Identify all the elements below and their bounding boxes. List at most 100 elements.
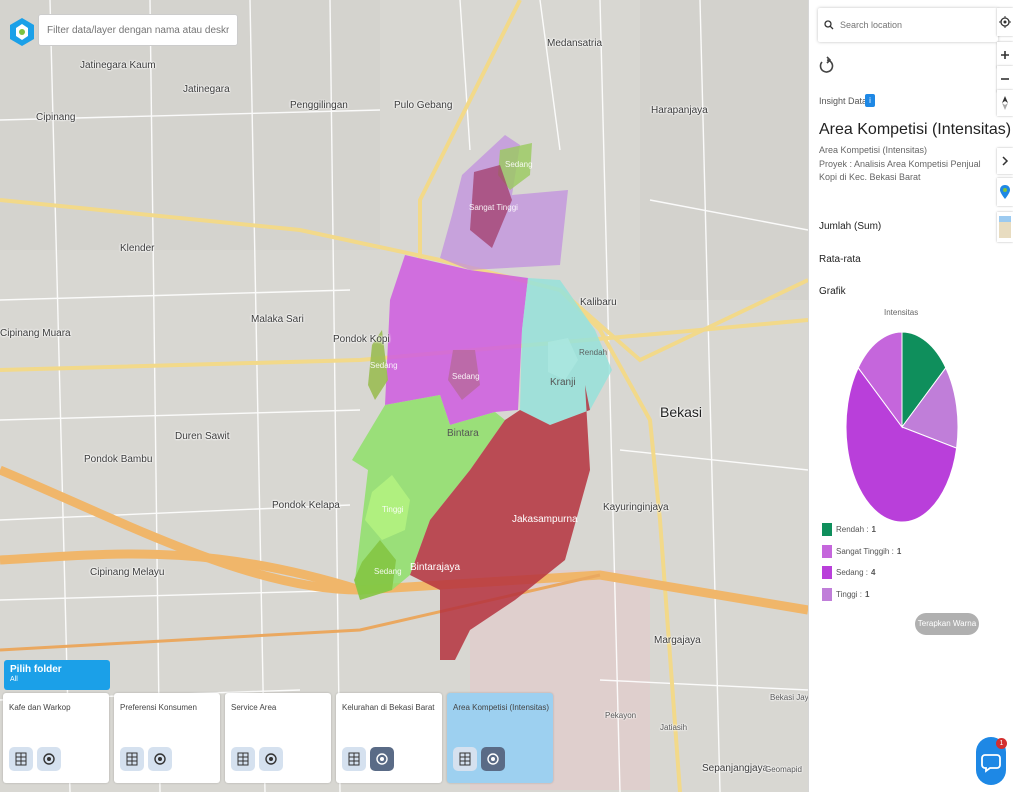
legend-value: 1 bbox=[896, 546, 902, 556]
chart-title: Intensitas bbox=[884, 308, 919, 317]
map-label: Malaka Sari bbox=[251, 314, 304, 325]
minus-icon bbox=[1001, 78, 1009, 80]
table-icon[interactable] bbox=[231, 747, 255, 771]
panel-toggle-button[interactable] bbox=[997, 148, 1013, 174]
locate-icon bbox=[999, 16, 1011, 28]
layer-card[interactable]: Preferensi Konsumen bbox=[114, 693, 220, 783]
layer-card-title: Area Kompetisi (Intensitas) bbox=[453, 703, 550, 712]
table-icon[interactable] bbox=[342, 747, 366, 771]
table-icon[interactable] bbox=[9, 747, 33, 771]
insight-data-label: Insight Data bbox=[819, 96, 868, 106]
visibility-icon[interactable] bbox=[370, 747, 394, 771]
layer-card-title: Service Area bbox=[231, 703, 277, 712]
layer-card-title: Kelurahan di Bekasi Barat bbox=[342, 703, 435, 712]
average-label: Rata-rata bbox=[819, 254, 861, 265]
logo-icon bbox=[10, 18, 34, 46]
legend-item: Rendah :1 bbox=[822, 523, 876, 536]
layer-card-title: Kafe dan Warkop bbox=[9, 703, 71, 712]
notification-badge: 1 bbox=[996, 738, 1007, 749]
map-pin-icon bbox=[1000, 185, 1010, 199]
map-label: Bekasi Jaya bbox=[770, 693, 808, 702]
legend-value: 4 bbox=[871, 568, 876, 577]
refresh-icon bbox=[819, 56, 834, 73]
map-label: Jatinegara Kaum bbox=[80, 60, 156, 71]
legend-item: Sangat Tinggih :1 bbox=[822, 544, 902, 558]
map-label: Bekasi bbox=[660, 404, 703, 420]
compass-icon bbox=[1002, 96, 1008, 110]
compass-button[interactable] bbox=[997, 90, 1013, 116]
map-label: Duren Sawit bbox=[175, 431, 230, 442]
map-label: Pondok Kelapa bbox=[272, 500, 340, 511]
visibility-icon[interactable] bbox=[259, 747, 283, 771]
zoom-out-button[interactable] bbox=[997, 66, 1013, 92]
layer-card[interactable]: Kelurahan di Bekasi Barat bbox=[336, 693, 442, 783]
map-label: Cipinang Muara bbox=[0, 328, 71, 339]
locate-me-button[interactable] bbox=[997, 8, 1013, 36]
legend-label: Sangat Tinggih : bbox=[836, 546, 894, 556]
insight-panel: Insight Data i Area Kompetisi (Intensita… bbox=[808, 0, 1013, 792]
map-label: Pekayon bbox=[605, 711, 637, 720]
location-search[interactable] bbox=[818, 8, 998, 42]
layer-card[interactable]: Kafe dan Warkop bbox=[3, 693, 109, 783]
polygon-label: Sangat Tinggi bbox=[469, 203, 518, 212]
polygon-label: Sedang bbox=[374, 567, 402, 576]
legend-swatch bbox=[822, 587, 832, 601]
legend-swatch bbox=[822, 544, 832, 558]
location-search-input[interactable] bbox=[840, 20, 980, 30]
map-pin-button[interactable] bbox=[997, 178, 1013, 206]
map-label: Kayuringinjaya bbox=[603, 502, 669, 513]
folder-selector[interactable]: Pilih folder All bbox=[4, 660, 110, 690]
panel-title: Area Kompetisi (Intensitas) bbox=[819, 121, 1012, 138]
layer-filter-input[interactable] bbox=[38, 14, 238, 46]
map-label: Pondok Bambu bbox=[84, 454, 153, 465]
map-label: Harapanjaya bbox=[651, 105, 708, 116]
pie-chart bbox=[845, 331, 959, 523]
table-icon[interactable] bbox=[453, 747, 477, 771]
visibility-icon[interactable] bbox=[148, 747, 172, 771]
legend-item: Sedang :4 bbox=[822, 566, 875, 579]
map-canvas[interactable]: Jatinegara Kaum Jatinegara Penggilingan … bbox=[0, 0, 808, 792]
polygon-label: Sedang bbox=[505, 160, 533, 169]
map-label: Cipinang Melayu bbox=[90, 567, 165, 578]
map-label: Bintara bbox=[447, 428, 479, 439]
panel-subtitle: Area Kompetisi (Intensitas) bbox=[819, 145, 928, 155]
layer-card-active[interactable]: Area Kompetisi (Intensitas) bbox=[447, 693, 553, 783]
info-icon[interactable]: i bbox=[865, 94, 875, 107]
map-label: Penggilingan bbox=[290, 100, 348, 111]
layer-card[interactable]: Service Area bbox=[225, 693, 331, 783]
app-logo[interactable] bbox=[8, 16, 36, 48]
map-label: Pondok Kopi bbox=[333, 334, 390, 345]
sum-label: Jumlah (Sum) bbox=[819, 221, 882, 232]
table-icon[interactable] bbox=[120, 747, 144, 771]
chevron-right-icon bbox=[1002, 156, 1009, 166]
legend-item: Tinggi :1 bbox=[822, 587, 870, 601]
plus-icon bbox=[1001, 51, 1009, 59]
legend-value: 1 bbox=[864, 589, 870, 599]
map-label: Klender bbox=[120, 243, 155, 254]
visibility-icon[interactable] bbox=[37, 747, 61, 771]
folder-subtitle: All bbox=[10, 676, 18, 683]
map-label: Jatiasih bbox=[660, 723, 688, 732]
basemap-button[interactable] bbox=[997, 212, 1013, 242]
chart-label: Grafik bbox=[819, 286, 846, 297]
folder-title: Pilih folder bbox=[10, 664, 62, 675]
apply-color-button[interactable]: Terapkan Warna bbox=[915, 613, 979, 635]
legend-swatch bbox=[822, 566, 832, 579]
legend-label: Sedang : bbox=[836, 568, 869, 577]
layer-card-title: Preferensi Konsumen bbox=[120, 703, 197, 712]
legend-swatch bbox=[822, 523, 832, 536]
map-label: Sepanjangjaya bbox=[702, 763, 769, 774]
search-icon bbox=[824, 20, 834, 30]
map-label: Medansatria bbox=[547, 38, 603, 49]
map-attribution: Geomapid bbox=[765, 765, 802, 774]
map-label: Margajaya bbox=[654, 635, 701, 646]
visibility-icon[interactable] bbox=[481, 747, 505, 771]
map-label: Pulo Gebang bbox=[394, 100, 453, 111]
panel-project: Proyek : Analisis Area Kompetisi Penjual… bbox=[819, 159, 981, 182]
polygon-label: Sedang bbox=[452, 372, 480, 381]
basemap-icon bbox=[999, 216, 1011, 238]
legend-label: Rendah : bbox=[836, 525, 869, 534]
zoom-in-button[interactable] bbox=[997, 42, 1013, 68]
polygon-label: Sedang bbox=[370, 361, 398, 370]
refresh-button[interactable] bbox=[819, 56, 835, 81]
